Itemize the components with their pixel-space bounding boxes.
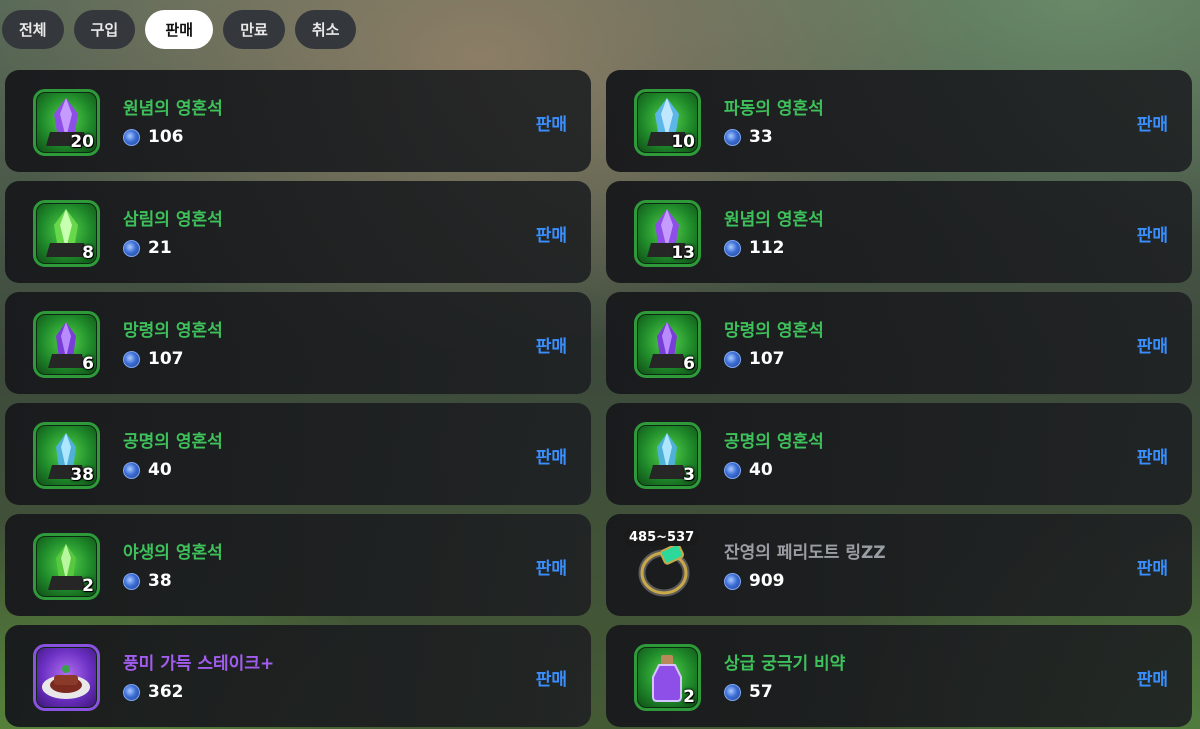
item-name: 망령의 영혼석 [123,321,223,341]
list-item[interactable]: 풍미 가득 스테이크+ 362 판매 [5,625,591,727]
item-name: 공명의 영혼석 [123,432,223,452]
cyan-soul-stone-icon: 38 [33,422,100,489]
tab-sell[interactable]: 판매 [145,10,214,49]
list-item[interactable]: 13 원념의 영혼석 112 판매 [606,181,1192,283]
coin-icon [123,461,140,479]
sell-button[interactable]: 판매 [536,332,567,357]
coin-icon [724,128,741,146]
item-name: 파동의 영혼석 [724,99,824,119]
item-name: 야생의 영혼석 [123,543,223,563]
item-name: 망령의 영혼석 [724,321,824,341]
item-price: 112 [724,238,785,258]
list-item[interactable]: 20 원념의 영혼석 106 판매 [5,70,591,172]
green-soul-stone-icon: 8 [33,200,100,267]
list-item[interactable]: 6 망령의 영혼석 107 판매 [606,292,1192,394]
item-price: 107 [724,349,785,369]
sell-button[interactable]: 판매 [1137,665,1168,690]
purple-soul-stone-icon: 13 [634,200,701,267]
tab-purchase[interactable]: 구입 [73,10,136,49]
tab-all[interactable]: 전체 [2,10,64,49]
coin-icon [123,572,140,590]
coin-icon [123,239,140,257]
item-name: 풍미 가득 스테이크+ [123,654,275,674]
sell-button[interactable]: 판매 [536,554,567,579]
list-item[interactable]: 2 야생의 영혼석 38 판매 [5,514,591,616]
item-price: 33 [724,127,773,147]
list-item[interactable]: 485~537 잔영의 페리도트 링ZZ 909 판매 [606,514,1192,616]
item-name: 잔영의 페리도트 링ZZ [724,543,886,563]
coin-icon [123,683,140,701]
sell-button[interactable]: 판매 [536,665,567,690]
tab-cancelled[interactable]: 취소 [294,10,357,49]
tab-expired[interactable]: 만료 [223,10,285,49]
sell-button[interactable]: 판매 [1137,110,1168,135]
item-price: 362 [123,682,184,702]
coin-icon [724,350,741,368]
list-item[interactable]: 38 공명의 영혼석 40 판매 [5,403,591,505]
filter-tabs: 전체 구입 판매 만료 취소 [2,10,357,49]
cyan-soul-stone-icon: 3 [634,422,701,489]
coin-icon [724,239,741,257]
sell-button[interactable]: 판매 [1137,554,1168,579]
item-price: 21 [123,238,172,258]
list-item[interactable]: 3 공명의 영혼석 40 판매 [606,403,1192,505]
item-name: 공명의 영혼석 [724,432,824,452]
list-item[interactable]: 10 파동의 영혼석 33 판매 [606,70,1192,172]
list-item[interactable]: 2 상급 궁극기 비약 57 판매 [606,625,1192,727]
peridot-ring-icon: 485~537 [624,529,701,600]
coin-icon [123,350,140,368]
sell-button[interactable]: 판매 [1137,443,1168,468]
item-name: 원념의 영혼석 [724,210,824,230]
item-name: 상급 궁극기 비약 [724,654,846,674]
sell-button[interactable]: 판매 [536,221,567,246]
sell-button[interactable]: 판매 [536,110,567,135]
coin-icon [724,683,741,701]
coin-icon [123,128,140,146]
steak-plate-icon [33,644,100,711]
item-price: 57 [724,682,773,702]
coin-icon [724,461,741,479]
item-price: 106 [123,127,184,147]
coin-icon [724,572,741,590]
sell-button[interactable]: 판매 [536,443,567,468]
list-item[interactable]: 8 삼림의 영혼석 21 판매 [5,181,591,283]
item-price: 40 [123,460,172,480]
item-name: 삼림의 영혼석 [123,210,223,230]
violet-soul-stone-icon: 6 [33,311,100,378]
item-price: 38 [123,571,172,591]
item-price: 107 [123,349,184,369]
list-item[interactable]: 6 망령의 영혼석 107 판매 [5,292,591,394]
purple-potion-icon: 2 [634,644,701,711]
item-price: 40 [724,460,773,480]
sell-button[interactable]: 판매 [1137,221,1168,246]
blue-soul-stone-icon: 10 [634,89,701,156]
item-name: 원념의 영혼석 [123,99,223,119]
item-price: 909 [724,571,785,591]
wild-green-soul-stone-icon: 2 [33,533,100,600]
purple-soul-stone-icon: 20 [33,89,100,156]
violet-soul-stone-icon: 6 [634,311,701,378]
sell-button[interactable]: 판매 [1137,332,1168,357]
